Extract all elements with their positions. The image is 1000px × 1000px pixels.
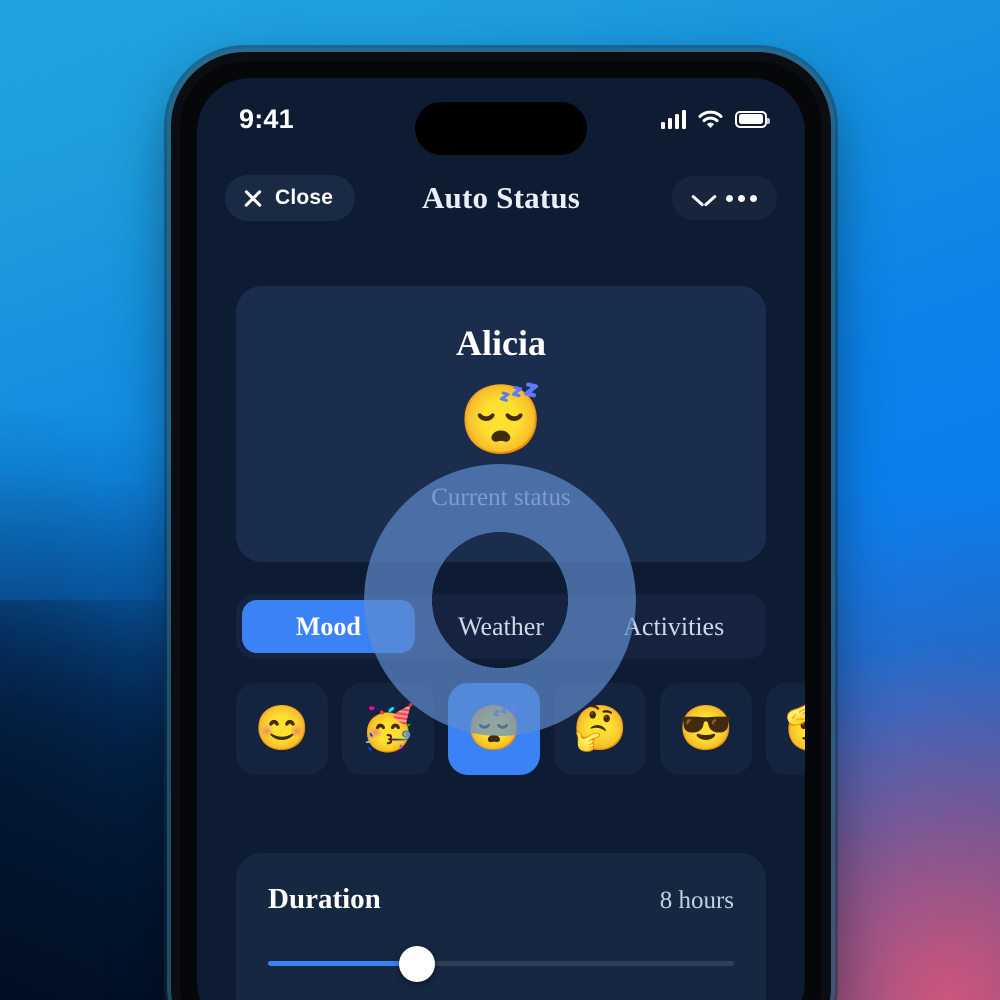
header-actions-group — [672, 176, 777, 220]
category-tab-bar: Mood Weather Activities — [236, 594, 766, 659]
emoji-option-sunglasses[interactable]: 😎 — [660, 683, 752, 775]
page-title: Auto Status — [421, 180, 581, 215]
emoji-option-partying[interactable]: 🥳 — [342, 683, 434, 775]
app-header: Close Auto Status — [197, 156, 805, 240]
duration-label: Duration — [268, 883, 381, 915]
duration-slider-fill — [268, 961, 418, 966]
tab-mood[interactable]: Mood — [242, 600, 415, 653]
status-caption: Current status — [431, 484, 571, 511]
emoji-picker-row[interactable]: 😊 🥳 😴 🤔 😎 🫡 — [236, 683, 805, 783]
emoji-option-sleeping[interactable]: 😴 — [448, 683, 540, 775]
wifi-icon — [698, 110, 723, 128]
battery-icon — [735, 110, 770, 128]
duration-slider[interactable] — [268, 945, 734, 982]
duration-slider-thumb[interactable] — [399, 945, 436, 982]
tab-weather[interactable]: Weather — [415, 600, 588, 653]
close-button[interactable]: Close — [225, 175, 356, 221]
emoji-option-smiling[interactable]: 😊 — [236, 683, 328, 775]
phone-device-frame: 9:41 Close Auto Status Alicia 😴 Current … — [171, 52, 831, 1000]
duration-header: Duration 8 hours — [268, 883, 734, 916]
cellular-bars-icon — [660, 109, 686, 129]
phone-screen: 9:41 Close Auto Status Alicia 😴 Current … — [197, 78, 805, 1000]
close-x-icon — [243, 188, 263, 208]
more-options-icon[interactable] — [726, 194, 757, 202]
emoji-option-saluting[interactable]: 🫡 — [766, 683, 805, 775]
duration-value: 8 hours — [659, 887, 734, 914]
tab-activities[interactable]: Activities — [587, 600, 760, 653]
sleeping-face-emoji: 😴 — [458, 382, 544, 458]
chevron-down-icon[interactable] — [692, 186, 716, 210]
status-bar-icons — [660, 109, 770, 129]
phone-bezel: 9:41 Close Auto Status Alicia 😴 Current … — [180, 61, 822, 1000]
close-button-label: Close — [275, 186, 334, 209]
duration-card: Duration 8 hours — [236, 853, 766, 1000]
profile-name: Alicia — [456, 323, 546, 363]
emoji-option-thinking[interactable]: 🤔 — [554, 683, 646, 775]
status-card: Alicia 😴 Current status — [236, 286, 766, 562]
status-bar-clock: 9:41 — [239, 103, 294, 134]
dynamic-island — [415, 102, 587, 155]
